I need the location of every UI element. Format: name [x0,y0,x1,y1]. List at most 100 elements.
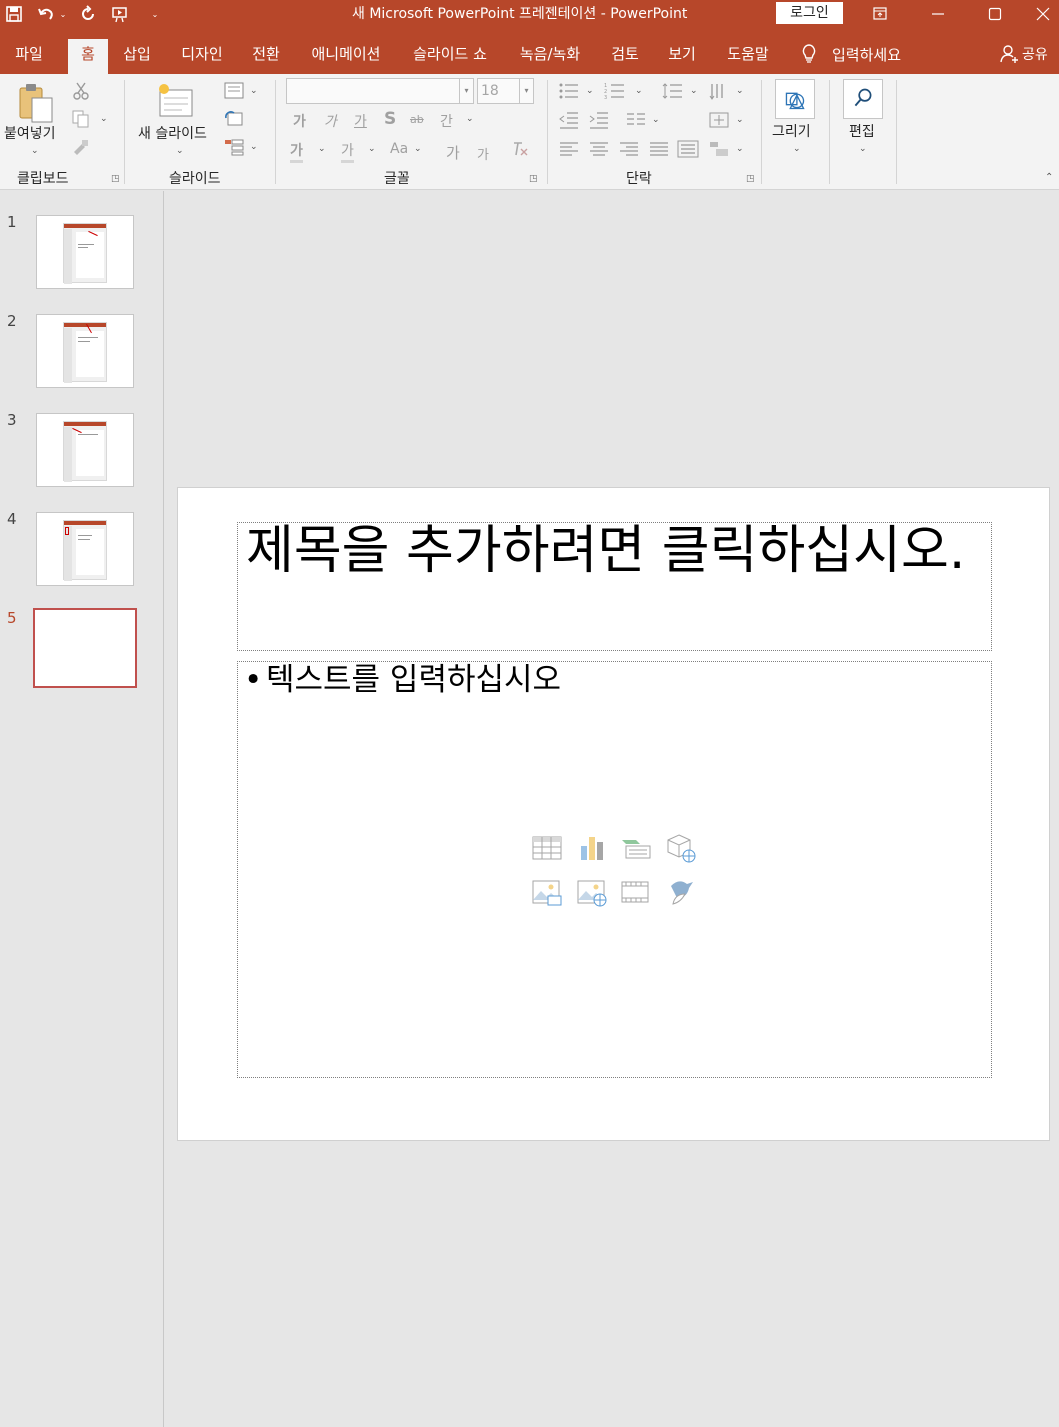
align-right-icon[interactable] [618,140,640,158]
new-slide-dropdown-icon[interactable]: ⌄ [176,146,184,156]
font-launcher-icon[interactable]: ◳ [529,174,539,184]
smartart-dropdown-icon[interactable]: ⌄ [736,144,744,154]
numbering-dropdown-icon[interactable]: ⌄ [635,86,643,96]
distributed-icon[interactable] [677,140,699,158]
highlight-button[interactable]: 가 [290,140,303,163]
tab-view[interactable]: 보기 [661,39,703,74]
undo-icon[interactable] [34,0,58,28]
paste-button[interactable]: 붙여넣기 [4,123,56,143]
bullets-icon[interactable] [558,82,580,100]
convert-to-smartart-icon[interactable] [708,140,730,158]
drawing-button[interactable]: 그리기 [772,121,811,141]
font-name-combobox[interactable]: ▾ [286,78,474,104]
text-direction-icon[interactable] [708,82,730,100]
align-text-dropdown-icon[interactable]: ⌄ [736,115,744,125]
paste-dropdown-icon[interactable]: ⌄ [31,146,39,156]
minimize-icon[interactable] [915,0,961,28]
bullets-dropdown-icon[interactable]: ⌄ [586,86,594,96]
login-button[interactable]: 로그인 [776,2,843,24]
slide-thumbnail-4[interactable] [36,512,134,586]
columns-icon[interactable] [625,111,647,129]
collapse-ribbon-icon[interactable]: ⌃ [1045,172,1053,183]
cut-icon[interactable] [72,82,90,100]
tab-animations[interactable]: 애니메이션 [302,39,390,74]
font-color-button[interactable]: 가 [341,140,354,163]
character-spacing-button[interactable]: 간 [440,111,453,131]
copy-icon[interactable] [72,110,90,128]
slide-thumbnail-5[interactable] [33,608,137,688]
video-icon[interactable] [620,876,652,908]
tab-insert[interactable]: 삽입 [116,39,158,74]
content-placeholder[interactable]: • 텍스트를 입력하십시오 [237,661,992,1078]
font-size-dropdown-icon[interactable]: ▾ [519,79,533,103]
section-dropdown-icon[interactable]: ⌄ [250,142,258,152]
tab-home[interactable]: 홈 [68,39,108,74]
align-text-icon[interactable] [708,111,730,129]
increase-indent-icon[interactable] [588,111,610,129]
tab-file[interactable]: 파일 [0,39,58,74]
title-placeholder[interactable]: 제목을 추가하려면 클릭하십시오. [237,522,992,651]
new-slide-icon[interactable] [156,82,196,122]
redo-icon[interactable] [74,0,102,28]
table-icon[interactable] [531,832,563,864]
icons-icon[interactable] [665,876,697,908]
spacing-dropdown-icon[interactable]: ⌄ [466,114,474,124]
text-direction-dropdown-icon[interactable]: ⌄ [736,86,744,96]
tab-slideshow[interactable]: 슬라이드 쇼 [403,39,497,74]
tab-design[interactable]: 디자인 [172,39,232,74]
tab-help[interactable]: 도움말 [718,39,778,74]
maximize-icon[interactable] [972,0,1018,28]
online-pictures-icon[interactable] [576,876,608,908]
clear-formatting-icon[interactable] [510,140,530,158]
line-spacing-icon[interactable] [662,82,684,100]
share-button[interactable]: 공유 [1000,39,1048,69]
copy-dropdown-icon[interactable]: ⌄ [100,114,108,124]
close-icon[interactable] [1020,0,1059,28]
start-from-beginning-icon[interactable] [106,0,134,28]
tab-review[interactable]: 검토 [604,39,646,74]
grow-font-button[interactable]: 가 [446,142,460,163]
customize-qat-icon[interactable]: ⌄ [150,0,160,28]
font-name-dropdown-icon[interactable]: ▾ [459,79,473,103]
clipboard-launcher-icon[interactable]: ◳ [111,174,121,184]
undo-dropdown-icon[interactable]: ⌄ [58,0,68,28]
slide-thumbnail-3[interactable] [36,413,134,487]
3d-model-icon[interactable] [665,832,697,864]
tab-transitions[interactable]: 전환 [244,39,288,74]
reset-slide-icon[interactable] [224,110,244,128]
font-size-combobox[interactable]: 18 ▾ [477,78,534,104]
numbering-icon[interactable]: 123 [604,82,626,100]
editing-button[interactable]: 편집 [849,121,875,141]
layout-dropdown-icon[interactable]: ⌄ [250,86,258,96]
line-spacing-dropdown-icon[interactable]: ⌄ [690,86,698,96]
underline-button[interactable]: 가 [354,111,367,131]
slide-thumbnail-2[interactable] [36,314,134,388]
bold-button[interactable]: 가 [293,111,306,131]
change-case-button[interactable]: Aa [390,141,408,157]
italic-button[interactable]: 가 [324,111,337,131]
chart-icon[interactable] [576,832,608,864]
format-painter-icon[interactable] [72,138,90,156]
drawing-dropdown-icon[interactable]: ⌄ [793,144,801,154]
ribbon-display-options-icon[interactable] [857,0,903,28]
text-shadow-button[interactable]: S [384,109,396,129]
justify-icon[interactable] [648,140,670,158]
align-left-icon[interactable] [558,140,580,158]
align-center-icon[interactable] [588,140,610,158]
smartart-icon[interactable] [620,832,652,864]
pictures-icon[interactable] [531,876,563,908]
shrink-font-button[interactable]: 가 [477,144,489,163]
columns-dropdown-icon[interactable]: ⌄ [652,115,660,125]
section-icon[interactable] [224,138,244,156]
editing-dropdown-icon[interactable]: ⌄ [859,144,867,154]
change-case-dropdown-icon[interactable]: ⌄ [414,144,422,154]
decrease-indent-icon[interactable] [558,111,580,129]
highlight-dropdown-icon[interactable]: ⌄ [318,144,326,154]
layout-icon[interactable] [224,82,244,100]
font-color-dropdown-icon[interactable]: ⌄ [368,144,376,154]
paragraph-launcher-icon[interactable]: ◳ [746,174,756,184]
tell-me-search[interactable]: 입력하세요 [800,39,901,69]
save-icon[interactable] [0,0,28,28]
drawing-icon[interactable] [775,79,815,119]
new-slide-button[interactable]: 새 슬라이드 [138,123,207,143]
